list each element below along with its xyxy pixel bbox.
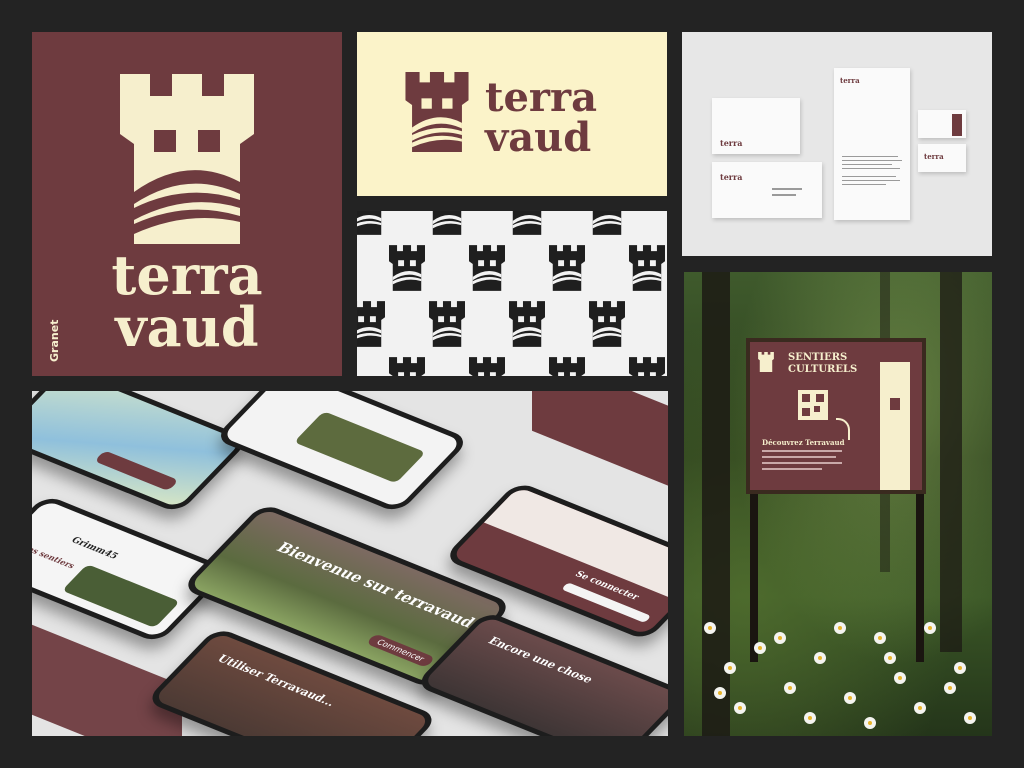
brand-wordmark-line1: terra (111, 243, 263, 307)
stationery-panel: terra terra terra terra (682, 32, 992, 256)
use-title: Utiliser Terravaud... (214, 652, 339, 709)
pattern-tower-icon (429, 301, 471, 349)
sign-title-line2: CULTURELS (788, 364, 858, 375)
sign-post-right (916, 482, 924, 662)
letter-logo: terra (840, 76, 860, 85)
business-card-1 (918, 110, 966, 138)
sign-discover: Découvrez Terravaud (762, 438, 845, 447)
flower (874, 632, 886, 644)
flower (734, 702, 746, 714)
pattern-tower-icon (589, 211, 631, 237)
flower (714, 687, 726, 699)
flower (894, 672, 906, 684)
pattern-tower-icon (629, 357, 667, 376)
pattern-strip-left (32, 624, 182, 736)
start-button[interactable]: Commencer (365, 633, 436, 668)
card-logo: terra (924, 152, 944, 161)
envelope-front-logo: terra (720, 172, 743, 182)
forest-sign-panel: SENTIERS CULTURELS Découvrez Terravaud (684, 272, 992, 736)
pattern-tower-icon (357, 301, 391, 349)
pattern-tower-icon (549, 245, 591, 293)
phone-map (32, 391, 251, 514)
letter-paper: terra (834, 68, 910, 220)
flower (804, 712, 816, 724)
pattern-tower-icon (549, 357, 591, 376)
pattern-tower-icon (509, 301, 551, 349)
pattern-tower-icon (357, 211, 391, 237)
pattern-tower-icon (389, 357, 431, 376)
tower-logo-icon (405, 72, 469, 152)
brand-card-panel: terra vaud Granet (32, 32, 342, 376)
envelope-logo: terra (720, 138, 743, 148)
pattern-tower-icon (389, 245, 431, 293)
horizontal-logo-panel: terra vaud (357, 32, 667, 196)
signboard: SENTIERS CULTURELS Découvrez Terravaud (746, 338, 926, 494)
logo-wordmark-line1: terra (485, 74, 597, 121)
flower (834, 622, 846, 634)
pattern-tower-icon (589, 301, 631, 349)
map-toolbar[interactable] (94, 450, 179, 492)
flower (774, 632, 786, 644)
profile-username: Grimm45 (68, 535, 120, 562)
flower (784, 682, 796, 694)
font-label: Granet (48, 319, 61, 362)
arrow-icon (836, 418, 850, 440)
flower (964, 712, 976, 724)
flower (754, 642, 766, 654)
my-trails-label: Mes sentiers (32, 540, 78, 571)
tower-logo-icon (758, 352, 774, 372)
flower (814, 652, 826, 664)
welcome-title: Bienvenue sur terravaud (272, 539, 479, 631)
flower (884, 652, 896, 664)
phone-trails-list (213, 391, 471, 514)
pattern-tower-icon (429, 211, 471, 237)
envelope-back: terra (712, 98, 800, 154)
sign-title-line1: SENTIERS (788, 352, 848, 363)
tower-logo-icon (120, 74, 254, 244)
pattern-tower-icon (509, 211, 551, 237)
flower (954, 662, 966, 674)
flower (844, 692, 856, 704)
pattern-tower-icon (469, 245, 511, 293)
mobile-app-panel: Grimm45 Mes sentiers Bienvenue sur terra… (32, 391, 668, 736)
pattern-strip-right (532, 391, 668, 492)
logo-pattern-panel (357, 211, 667, 376)
tree-trunk (940, 272, 962, 652)
flower (724, 662, 736, 674)
brand-wordmark-line2: vaud (115, 295, 259, 359)
flower (864, 717, 876, 729)
logo-wordmark-line2: vaud (485, 114, 592, 161)
business-card-2: terra (918, 144, 966, 172)
flower (924, 622, 936, 634)
flower (704, 622, 716, 634)
flower (944, 682, 956, 694)
more-title: Encore une chose (485, 634, 597, 686)
pattern-tower-icon (469, 357, 511, 376)
envelope-front: terra (712, 162, 822, 218)
qr-code-icon (798, 390, 828, 420)
flower (914, 702, 926, 714)
pattern-tower-icon (629, 245, 667, 293)
sign-post-left (750, 482, 758, 662)
sign-tower-graphic (880, 362, 910, 490)
